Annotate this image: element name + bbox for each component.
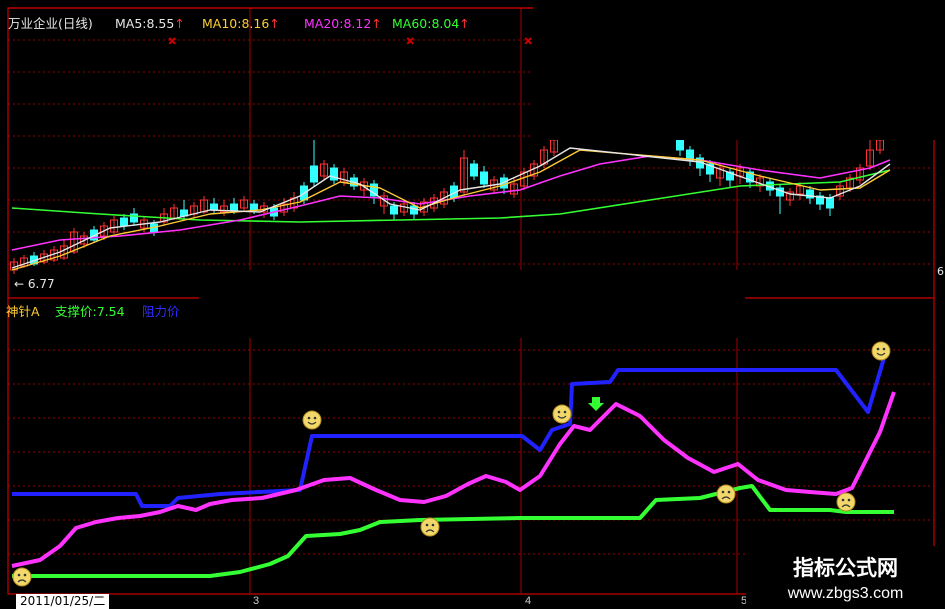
candle-body bbox=[470, 163, 478, 177]
frown-icon-eye bbox=[847, 498, 851, 502]
frown-icon-eye bbox=[17, 573, 21, 577]
smiley-icon-eye bbox=[313, 416, 317, 420]
candle-body bbox=[120, 217, 128, 227]
candle bbox=[110, 216, 118, 234]
redacted-region-middle bbox=[199, 270, 745, 338]
candle bbox=[776, 184, 784, 214]
ma20-label: MA20:8.12↑ bbox=[304, 16, 382, 31]
ma5-line bbox=[11, 147, 891, 269]
low-price-marker: ← 6.77 bbox=[14, 277, 55, 291]
frown-icon-face bbox=[836, 492, 856, 512]
down-arrow-icon bbox=[588, 397, 604, 411]
candle bbox=[190, 202, 198, 218]
candle bbox=[696, 154, 704, 176]
smiley-icon-face bbox=[871, 341, 891, 361]
indicator-lines bbox=[11, 357, 896, 578]
ma60-label: MA60:8.04↑ bbox=[392, 16, 470, 31]
support-price-label: 支撑价:7.54 bbox=[55, 304, 125, 319]
candle bbox=[310, 140, 318, 186]
frown-icon-eye bbox=[431, 523, 435, 527]
ma20-line bbox=[11, 155, 891, 251]
frown-icon-eye bbox=[23, 573, 27, 577]
ma5-arrow-icon: ↑ bbox=[174, 16, 185, 31]
candle bbox=[836, 182, 844, 200]
smiley-icon-eye bbox=[307, 416, 311, 420]
candle bbox=[130, 208, 138, 226]
ma10-label: MA10:8.16↑ bbox=[202, 16, 280, 31]
candle-body bbox=[250, 203, 258, 211]
smiley-icon-face bbox=[302, 410, 322, 430]
watermark: 指标公式网 www.zbgs3.com bbox=[746, 546, 945, 609]
candle bbox=[320, 160, 328, 180]
candle bbox=[786, 188, 794, 206]
event-marker-icon: × bbox=[524, 36, 532, 47]
ma60-arrow-icon: ↑ bbox=[459, 16, 470, 31]
frown-icon-eye bbox=[841, 498, 845, 502]
candle bbox=[380, 192, 388, 214]
smiley-icon-eye bbox=[882, 347, 886, 351]
ma10-arrow-icon: ↑ bbox=[269, 16, 280, 31]
candle bbox=[470, 160, 478, 180]
candlesticks bbox=[10, 136, 884, 274]
candle bbox=[866, 140, 874, 170]
smiley-icon-face bbox=[552, 404, 572, 424]
candle-body bbox=[230, 203, 238, 211]
candle bbox=[240, 196, 248, 212]
candle-body bbox=[390, 205, 398, 215]
stock-title: 万业企业(日线) bbox=[8, 16, 93, 31]
frown-icon bbox=[420, 517, 440, 537]
month-tick-4: 4 bbox=[525, 595, 532, 607]
frown-icon bbox=[836, 492, 856, 512]
candle bbox=[686, 146, 694, 166]
moving-average-lines bbox=[11, 147, 891, 271]
frown-icon-eye bbox=[727, 490, 731, 494]
candle bbox=[816, 192, 824, 210]
frown-icon-face bbox=[716, 484, 736, 504]
smiley-icon-eye bbox=[563, 410, 567, 414]
watermark-url: www.zbgs3.com bbox=[787, 585, 904, 602]
smiley-icon-eye bbox=[876, 347, 880, 351]
smiley-icon bbox=[302, 410, 322, 430]
candle-body bbox=[480, 171, 488, 185]
frown-icon-face bbox=[12, 567, 32, 587]
right-axis-label: 6 bbox=[937, 265, 944, 278]
candle-body bbox=[826, 197, 834, 209]
ma5-label: MA5:8.55↑ bbox=[115, 16, 185, 31]
resistance-price-label: 阻力价 bbox=[142, 304, 180, 319]
smiley-icon bbox=[871, 341, 891, 361]
candle bbox=[726, 168, 734, 188]
candle bbox=[330, 164, 338, 184]
frown-icon-face bbox=[420, 517, 440, 537]
watermark-title: 指标公式网 bbox=[793, 556, 898, 580]
candle bbox=[716, 164, 724, 186]
frown-icon bbox=[716, 484, 736, 504]
candle-body bbox=[210, 203, 218, 211]
candle bbox=[480, 166, 488, 188]
event-marker-icon: × bbox=[168, 36, 176, 47]
month-tick-3: 3 bbox=[253, 595, 260, 607]
candle-body bbox=[676, 139, 684, 151]
frown-icon-eye bbox=[425, 523, 429, 527]
candle bbox=[856, 164, 864, 184]
ma20-arrow-icon: ↑ bbox=[371, 16, 382, 31]
smiley-icon-eye bbox=[557, 410, 561, 414]
indicator-name: 神针A bbox=[6, 304, 40, 319]
candle bbox=[210, 198, 218, 214]
frown-icon bbox=[12, 567, 32, 587]
smiley-icon bbox=[552, 404, 572, 424]
event-marker-icon: × bbox=[406, 36, 414, 47]
candle bbox=[120, 214, 128, 230]
date-cursor-label: 2011/01/25/二 bbox=[16, 594, 110, 609]
resistance-line bbox=[12, 357, 886, 508]
frown-icon-eye bbox=[721, 490, 725, 494]
redacted-region-top bbox=[533, 0, 945, 140]
candle-body bbox=[310, 165, 318, 183]
